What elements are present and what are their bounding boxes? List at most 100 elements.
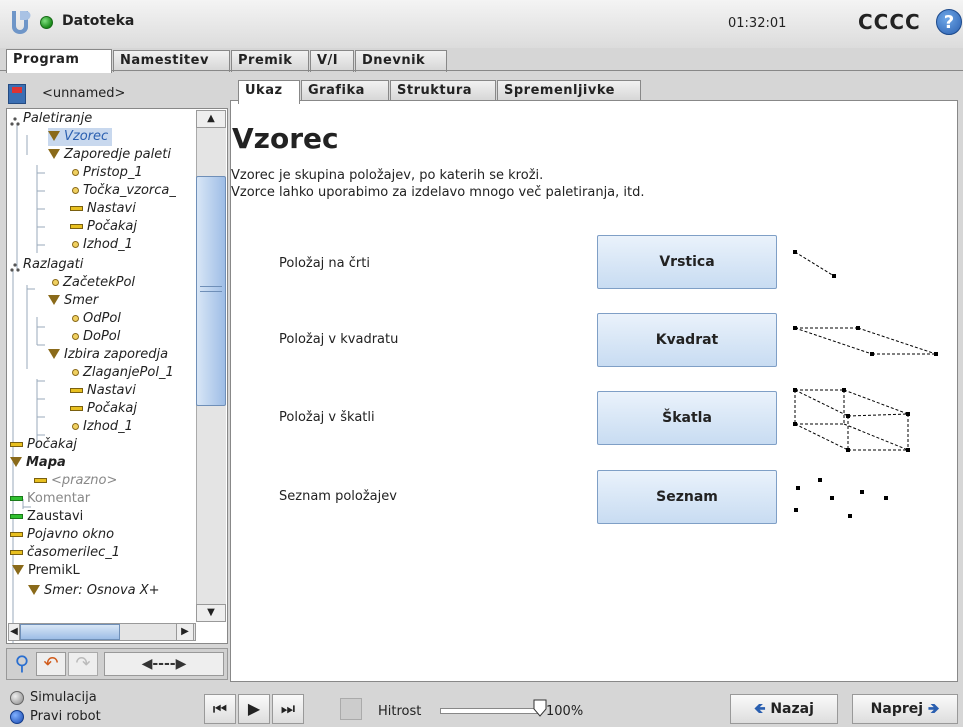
save-icon[interactable] [8,84,26,104]
tree-item-label: DoPol [83,329,121,344]
tree-item-label: Izhod_1 [83,237,133,252]
tree-item-label: Počakaj [87,401,138,416]
clock: 01:32:01 [728,16,787,31]
undo-icon[interactable]: ↶ [36,652,66,676]
tree-item-folder[interactable]: Mapa [10,454,66,472]
simulation-radio[interactable] [10,691,24,705]
search-icon[interactable]: ⚲ [10,652,34,676]
top-bar [0,0,963,48]
tree-item-pattern[interactable]: Vzorec [48,128,113,146]
tree-item-pallet[interactable]: Paletiranje [10,110,92,128]
tree-item-label: Nastavi [87,383,136,398]
file-menu[interactable]: Datoteka [62,13,134,29]
move-node-button[interactable]: ◀----▶ [104,652,224,676]
tab-graphics[interactable]: Grafika [301,80,389,102]
rewind-button[interactable]: ⏮ [204,694,236,724]
tree-item-start-pos[interactable]: ZačetekPol [52,274,135,292]
play-button[interactable]: ▶ [238,694,270,724]
back-button[interactable]: 🡸 Nazaj [730,694,838,724]
tree-item-wait[interactable]: Počakaj [70,400,137,418]
bar-icon [70,388,83,393]
tree-item-wait[interactable]: Počakaj [70,218,137,236]
pallet-icon [10,260,20,272]
scroll-down-button[interactable]: ▼ [196,604,226,622]
help-icon[interactable]: ? [936,9,962,35]
bar-icon [70,206,83,211]
waypoint-icon [72,315,79,322]
waypoint-icon [72,169,79,176]
tab-move[interactable]: Premik [231,50,309,72]
tree-item-comment[interactable]: Komentar [10,490,90,508]
divider [0,70,963,71]
scroll-up-button[interactable]: ▲ [196,110,226,128]
tab-structure[interactable]: Struktura [390,80,496,102]
tree-item-sequence[interactable]: Zaporedje paleti [48,146,171,164]
tree-item-depalletize[interactable]: Razlagati [10,256,83,274]
bar-icon [10,532,23,537]
tree-item-direction[interactable]: Smer: Osnova X+ [28,582,194,596]
square-pattern-icon [793,326,938,356]
back-label: Nazaj [770,701,814,717]
line-button[interactable]: Vrstica [597,235,777,289]
tree-item-label: <prazno> [51,473,118,488]
tree-item-movel[interactable]: PremikL [12,562,80,580]
tree-item-timer[interactable]: časomerilec_1 [10,544,120,562]
hscrollbar-thumb[interactable] [20,624,120,640]
description-line: Vzorce lahko uporabimo za izdelavo mnogo… [231,185,645,200]
tab-installation[interactable]: Namestitev [113,50,230,72]
tab-command[interactable]: Ukaz [238,80,300,104]
tab-variables[interactable]: Spremenljivke [497,80,641,102]
tree-item-approach[interactable]: Pristop_1 [72,164,143,182]
bar-icon [10,442,23,447]
tree-item-stack-pos[interactable]: ZlaganjePol_1 [72,364,174,382]
tree-item-to-pos[interactable]: DoPol [72,328,120,346]
tree-item-label: Paletiranje [23,111,93,126]
tree-item-empty[interactable]: <prazno> [34,472,117,490]
bar-icon [10,550,23,555]
tree-item-set[interactable]: Nastavi [70,382,136,400]
tree-item-label: Izbira zaporedja [64,347,169,362]
step-button[interactable]: ⏭ [272,694,304,724]
speed-slider-knob[interactable] [533,699,547,717]
redo-icon[interactable]: ↷ [68,652,98,676]
tree-item-label: časomerilec_1 [27,545,120,560]
triangle-icon [28,584,40,595]
tree-item-halt[interactable]: Zaustavi [10,508,83,526]
tree-item-popup[interactable]: Pojavno okno [10,526,114,544]
tree-item-seq-select[interactable]: Izbira zaporedja [48,346,168,364]
waypoint-icon [72,241,79,248]
square-button[interactable]: Kvadrat [597,313,777,367]
tree-item-pattern-point[interactable]: Točka_vzorca_ [72,182,176,200]
stop-button[interactable] [340,698,362,720]
tree-item-direction[interactable]: Smer [48,292,98,310]
tree-item-set[interactable]: Nastavi [70,200,136,218]
simulation-label: Simulacija [30,690,97,705]
tree-item-exit[interactable]: Izhod_1 [72,236,133,254]
tab-log[interactable]: Dnevnik [355,50,447,72]
tree-item-label: Smer: Osnova X+ [44,583,160,596]
tree-item-exit[interactable]: Izhod_1 [72,418,133,436]
tree-item-label: OdPol [83,311,121,326]
tab-io[interactable]: V/I [310,50,354,72]
list-button[interactable]: Seznam [597,470,777,524]
tree-item-label: Pojavno okno [27,527,115,542]
tree-item-label: Počakaj [87,219,138,234]
tree-item-label: Smer [64,293,99,308]
tree-item-label: Počakaj [27,437,78,452]
line-pattern-icon [793,250,836,278]
speed-slider[interactable] [440,708,540,714]
tree-item-label: ZačetekPol [63,275,136,290]
page-title: Vzorec [232,122,339,155]
tree-item-wait[interactable]: Počakaj [10,436,77,454]
scroll-right-button[interactable]: ▶ [176,623,194,641]
triangle-icon [48,148,60,159]
speed-value: 100% [546,704,584,719]
tab-program[interactable]: Program [6,49,112,73]
scroll-left-button[interactable]: ◀ [8,623,20,641]
triangle-icon [12,564,24,575]
real-robot-radio[interactable] [10,710,24,724]
tree-item-from-pos[interactable]: OdPol [72,310,121,328]
next-button[interactable]: Naprej 🡺 [852,694,958,724]
box-button[interactable]: Škatla [597,391,777,445]
waypoint-icon [72,187,79,194]
